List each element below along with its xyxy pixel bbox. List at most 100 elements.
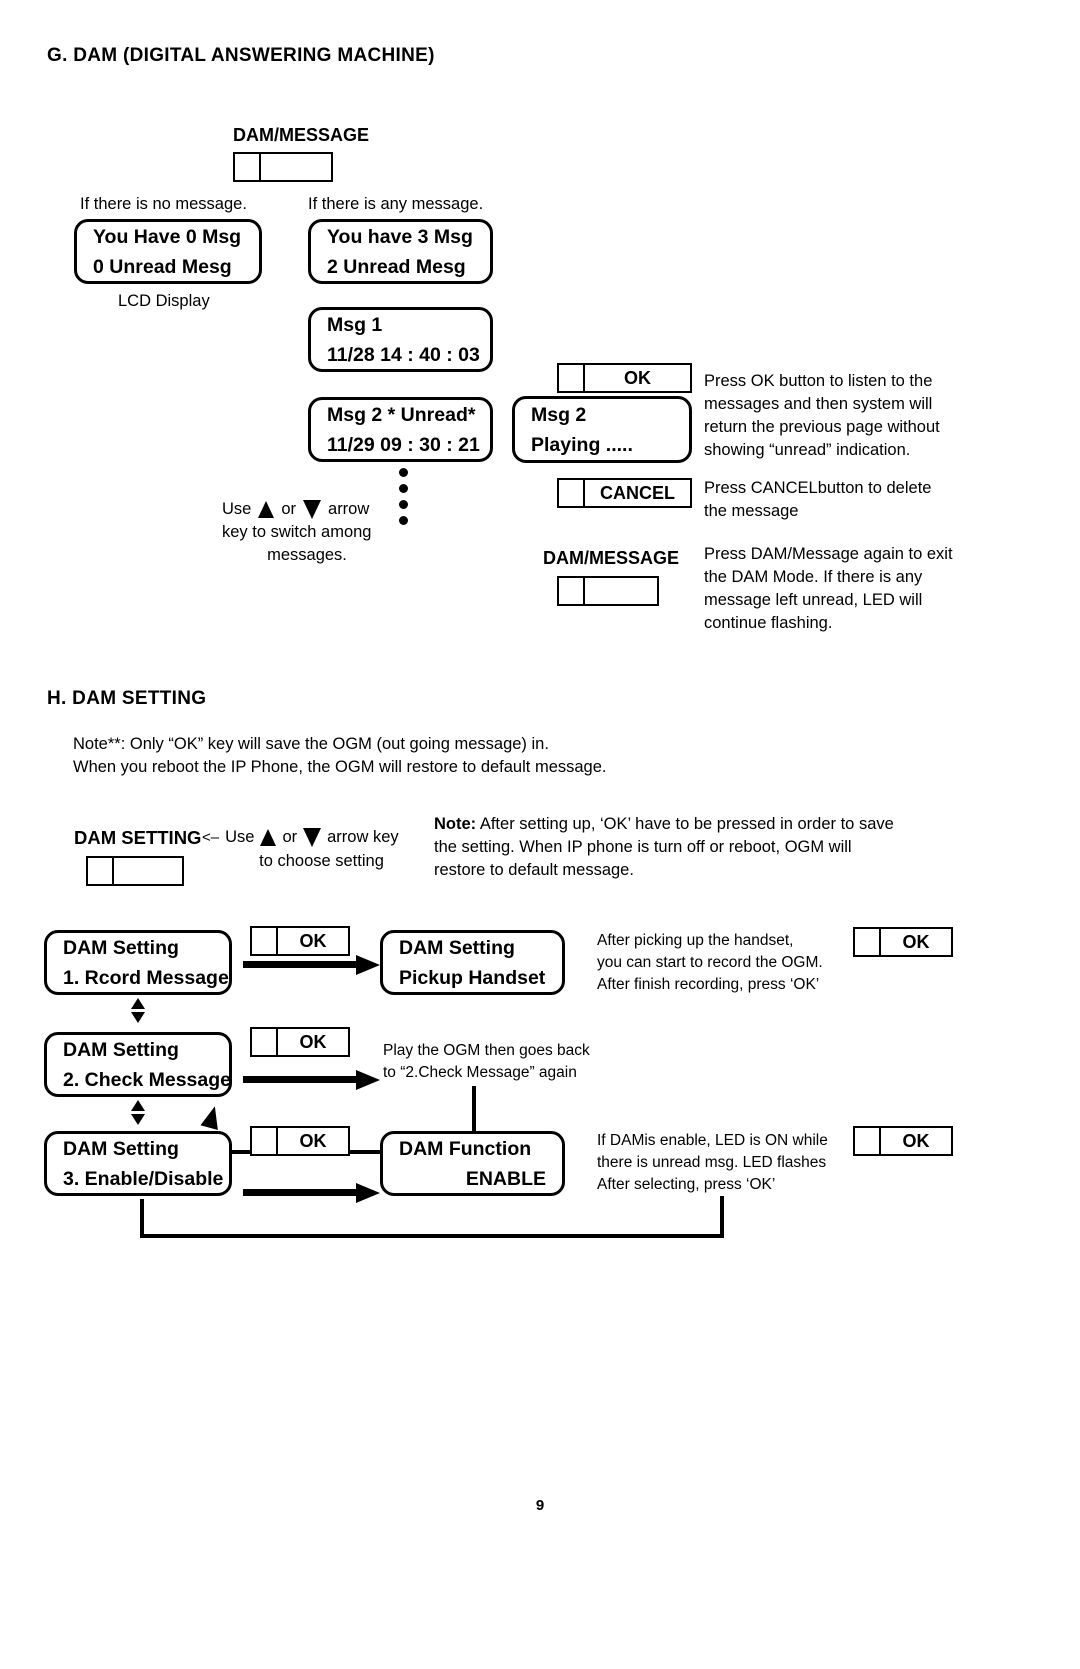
lcd-any-message-line1: You have 3 Msg	[327, 225, 473, 248]
dam-setting-key[interactable]	[86, 856, 184, 886]
row3-left-line2: 3. Enable/Disable	[63, 1167, 224, 1190]
page-number: 9	[535, 1497, 545, 1514]
lcd-msg2-line2: 11/29 09 : 30 : 21	[327, 433, 480, 456]
dam-message-exit-key-label	[585, 578, 657, 604]
row1-right-line2: Pickup Handset	[399, 966, 546, 989]
row1-far-ok-key-label: OK	[902, 931, 930, 952]
row2-ok-key[interactable]: OK	[250, 1027, 350, 1057]
arrow-hint-middle: or	[281, 500, 297, 518]
note-lead: Note:	[434, 815, 477, 833]
dam-setting-note-star: Note**: Only “OK” key will save the OGM …	[73, 735, 607, 776]
ok-key-listen[interactable]: OK	[557, 363, 692, 393]
row2-description: Play the OGM then goes back to “2.Check …	[383, 1042, 590, 1081]
dam-setting-key-caption: DAM SETTING	[74, 827, 202, 848]
lcd-no-message: You Have 0 Msg 0 Unread Mesg	[74, 219, 262, 284]
arrow-hint-line3: messages.	[267, 546, 347, 564]
section-h-heading: H. DAM SETTING	[47, 688, 207, 709]
choose-setting-hint: <– Use or arrow key to choose setting	[202, 828, 417, 873]
cancel-key[interactable]: CANCEL	[557, 478, 692, 508]
row3-description: If DAMis enable, LED is ON while there i…	[597, 1132, 828, 1193]
choose-hint-arrow-in: <–	[202, 829, 220, 846]
arrow-hint-suffix: arrow	[328, 500, 370, 518]
lcd-any-message-line2: 2 Unread Mesg	[327, 255, 466, 278]
arrow-up-icon	[258, 501, 275, 518]
cancel-key-label: CANCEL	[600, 482, 675, 503]
note-text: After setting up, ‘OK’ have to be presse…	[434, 815, 894, 879]
row2-left-line2: 2. Check Message	[63, 1068, 232, 1091]
row1-row2-updown-icons	[131, 998, 145, 1023]
row3-loop-vertical-left	[140, 1199, 144, 1237]
row2-loop-arrow-head	[200, 1104, 224, 1130]
ok-description: Press OK button to listen to the message…	[704, 372, 940, 459]
continuation-dots	[399, 468, 408, 525]
row2-row3-updown-icons	[131, 1100, 145, 1125]
lcd-playing-line2: Playing .....	[531, 433, 633, 456]
dam-message-exit-caption: DAM/MESSAGE	[543, 548, 680, 568]
choose-hint-line2: to choose setting	[259, 852, 384, 870]
row3-ok-key[interactable]: OK	[250, 1126, 350, 1156]
no-message-caption: If there is no message.	[80, 195, 247, 213]
arrow-hint-prefix: Use	[222, 500, 252, 518]
lcd-any-message: You have 3 Msg 2 Unread Mesg	[308, 219, 493, 284]
arrow-hint-line2: key to switch among	[222, 523, 372, 541]
key-led-indicator	[559, 578, 585, 604]
row2-left-line1: DAM Setting	[63, 1038, 179, 1061]
row3-flow-arrow	[243, 1183, 380, 1203]
lcd-playing: Msg 2 Playing .....	[512, 396, 692, 463]
key-led-indicator	[235, 154, 261, 180]
lcd-msg1: Msg 1 11/28 14 : 40 : 03	[308, 307, 493, 372]
arrow-up-icon	[260, 829, 277, 846]
ok-key-label: OK	[624, 367, 651, 388]
row3-far-ok-key[interactable]: OK	[853, 1126, 953, 1156]
choose-hint-middle: or	[282, 828, 298, 846]
arrow-up-icon	[131, 1100, 145, 1111]
arrow-up-icon	[131, 998, 145, 1009]
row3-loop-horizontal	[140, 1234, 724, 1238]
arrow-down-icon	[131, 1114, 145, 1125]
row3-ok-key-label: OK	[299, 1130, 327, 1151]
any-message-caption: If there is any message.	[308, 195, 484, 213]
key-led-indicator	[88, 858, 114, 884]
choose-hint-suffix: arrow key	[327, 828, 399, 846]
dam-setting-note-block: Note: After setting up, ‘OK’ have to be …	[434, 813, 904, 882]
row1-ok-key[interactable]: OK	[250, 926, 350, 956]
cancel-description: Press CANCELbutton to delete the message	[704, 479, 932, 520]
lcd-no-message-line1: You Have 0 Msg	[93, 225, 242, 248]
key-led-indicator	[855, 929, 881, 955]
row1-far-ok-key[interactable]: OK	[853, 927, 953, 957]
lcd-msg2-line1: Msg 2 * Unread*	[327, 403, 476, 426]
row2-flow-arrow	[243, 1070, 380, 1090]
row3-left-line1: DAM Setting	[63, 1137, 179, 1160]
dam-message-exit-key[interactable]	[557, 576, 659, 606]
dam-exit-description: Press DAM/Message again to exit the DAM …	[704, 545, 953, 632]
row2-ok-key-label: OK	[299, 1031, 327, 1052]
lcd-playing-line1: Msg 2	[531, 403, 587, 426]
dam-message-key-caption: DAM/MESSAGE	[233, 125, 370, 145]
lcd-dam-function: DAM Function ENABLE	[380, 1131, 565, 1196]
lcd-dam-setting-enable: DAM Setting 3. Enable/Disable	[44, 1131, 232, 1196]
key-led-indicator	[855, 1128, 881, 1154]
dam-message-key[interactable]	[233, 152, 333, 182]
row1-flow-arrow	[243, 955, 380, 975]
row1-left-line1: DAM Setting	[63, 936, 179, 959]
lcd-dam-setting-check: DAM Setting 2. Check Message	[44, 1032, 232, 1097]
row1-description: After picking up the handset, you can st…	[597, 932, 823, 993]
arrow-down-icon	[303, 500, 322, 519]
row1-ok-key-label: OK	[299, 930, 327, 951]
key-led-indicator	[252, 1029, 278, 1055]
dam-setting-key-label	[114, 858, 184, 884]
key-led-indicator	[559, 365, 585, 391]
section-g-heading: G. DAM (DIGITAL ANSWERING MACHINE)	[47, 45, 435, 66]
dam-message-key-blank-label	[261, 154, 331, 180]
row3-right-line2: ENABLE	[465, 1167, 546, 1190]
arrow-key-hint: Use or arrow key to switch among message…	[222, 500, 392, 567]
lcd-dam-setting-record: DAM Setting 1. Rcord Message	[44, 930, 232, 995]
row3-loop-vertical-right	[720, 1196, 724, 1238]
row3-right-line1: DAM Function	[399, 1137, 532, 1160]
key-led-indicator	[252, 928, 278, 954]
lcd-msg1-line2: 11/28 14 : 40 : 03	[327, 343, 480, 366]
lcd-no-message-line2: 0 Unread Mesg	[93, 255, 232, 278]
arrow-down-icon	[131, 1012, 145, 1023]
lcd-pickup-handset: DAM Setting Pickup Handset	[380, 930, 565, 995]
row1-left-line2: 1. Rcord Message	[63, 966, 229, 989]
